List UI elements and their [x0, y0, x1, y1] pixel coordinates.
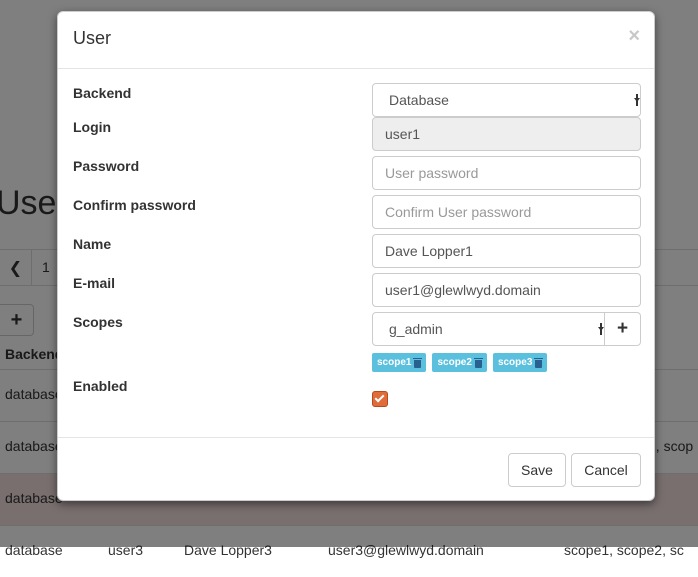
select-arrow-icon [634, 94, 640, 106]
user-modal: User × Backend Database Login user1 Pass… [57, 11, 655, 501]
modal-header: User × [58, 12, 654, 69]
scope-tags: scope1 scope2 scope3 [372, 353, 548, 372]
cancel-button[interactable]: Cancel [571, 453, 641, 487]
scope-select-value: g_admin [389, 321, 443, 337]
password-label: Password [73, 158, 140, 174]
trash-icon[interactable] [534, 357, 544, 368]
login-label: Login [73, 119, 112, 135]
scope-tag: scope1 [372, 353, 427, 372]
backend-label: Backend [73, 85, 132, 101]
trash-icon[interactable] [473, 357, 483, 368]
add-scope-button[interactable]: + [604, 312, 641, 346]
login-value: user1 [385, 126, 421, 142]
email-field[interactable] [372, 273, 641, 307]
scope-select[interactable]: g_admin [372, 312, 605, 346]
backend-select[interactable]: Database [372, 83, 641, 117]
name-label: Name [73, 236, 112, 252]
scope-tag-label: scope2 [437, 357, 472, 368]
name-field[interactable] [372, 234, 641, 268]
enabled-checkbox[interactable] [372, 391, 388, 407]
select-arrow-icon [598, 323, 604, 335]
login-field: user1 [372, 117, 641, 151]
modal-title: User [73, 28, 112, 48]
trash-icon[interactable] [413, 357, 423, 368]
scope-tag-label: scope3 [497, 357, 533, 368]
scope-tag: scope3 [492, 353, 548, 372]
scopes-label: Scopes [73, 314, 123, 330]
scope-tag-label: scope1 [377, 357, 412, 368]
check-icon [374, 392, 385, 403]
email-label: E-mail [73, 275, 116, 291]
enabled-label: Enabled [73, 378, 128, 394]
password-field[interactable] [372, 156, 641, 190]
confirm-password-field[interactable] [372, 195, 641, 229]
confirm-password-label: Confirm password [73, 197, 196, 213]
save-button[interactable]: Save [508, 453, 566, 487]
scope-tag: scope2 [432, 353, 487, 372]
close-icon[interactable]: × [628, 26, 640, 46]
backend-select-value: Database [389, 92, 449, 108]
modal-footer: Save Cancel [58, 437, 654, 501]
